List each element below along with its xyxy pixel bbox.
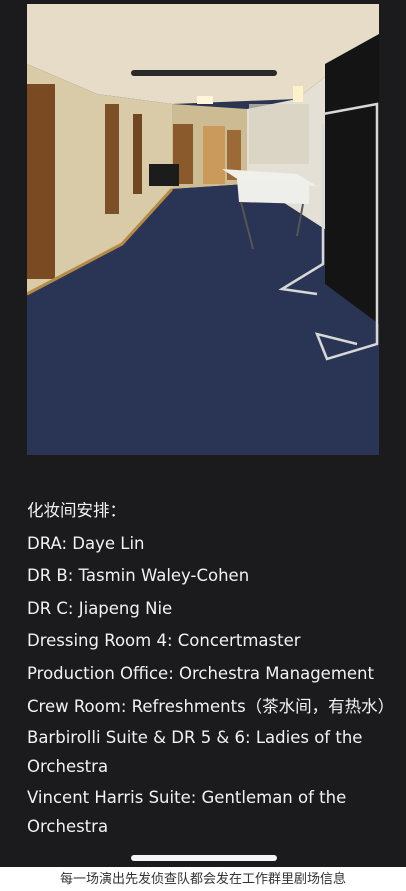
note-heading: 化妆间安排：	[27, 501, 126, 520]
note-line: Crew Room: Refreshments（茶水间，有热水）	[27, 697, 395, 716]
home-indicator[interactable]	[131, 855, 277, 861]
note-line: Barbirolli Suite & DR 5 & 6: Ladies of t…	[27, 728, 363, 776]
note-line: DRA: Daye Lin	[27, 533, 145, 553]
note-line: Dressing Room 4: Concertmaster	[27, 631, 301, 650]
image-caption: 每一场演出先发侦查队都会发在工作群里剧场信息	[0, 868, 406, 891]
note-text: 化妆间安排： DRA: Daye Lin DR B: Tasmin Waley-…	[27, 495, 395, 841]
note-line: Production Office: Orchestra Management	[27, 663, 374, 683]
note-line: DR C: Jiapeng Nie	[27, 598, 173, 618]
drag-handle[interactable]	[131, 70, 277, 76]
note-line: Vincent Harris Suite: Gentleman of the O…	[27, 788, 347, 836]
note-line: DR B: Tasmin Waley-Cohen	[27, 566, 250, 585]
note-screen: 化妆间安排： DRA: Daye Lin DR B: Tasmin Waley-…	[0, 0, 406, 867]
